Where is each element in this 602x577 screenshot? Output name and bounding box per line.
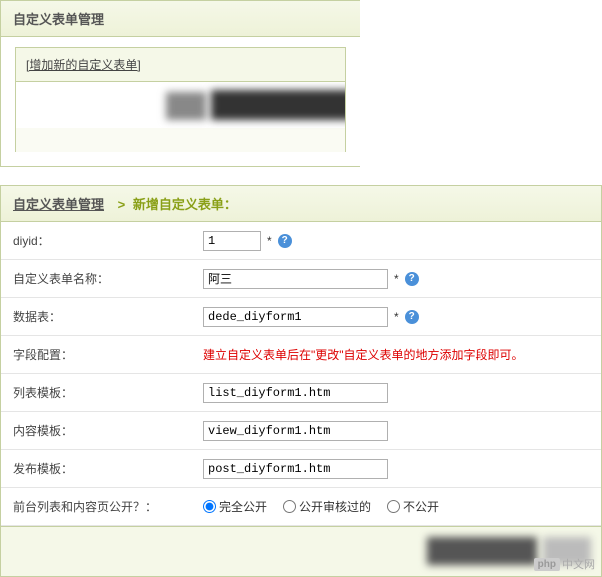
radio-input-none[interactable]: [387, 500, 400, 513]
manage-inner-box: [增加新的自定义表单]: [15, 47, 346, 152]
required-star: *: [394, 272, 399, 286]
radio-public-full[interactable]: 完全公开: [203, 498, 267, 515]
input-diyid[interactable]: [203, 231, 261, 251]
label-post-tpl: 发布模板：: [13, 460, 203, 477]
input-list-tpl[interactable]: [203, 383, 388, 403]
label-table: 数据表：: [13, 308, 203, 325]
input-view-tpl[interactable]: [203, 421, 388, 441]
breadcrumb-root[interactable]: 自定义表单管理: [13, 197, 104, 212]
blurred-content: [211, 90, 345, 120]
row-public: 前台列表和内容页公开？： 完全公开 公开审核过的 不公开: [1, 488, 601, 526]
radio-public-none[interactable]: 不公开: [387, 498, 439, 515]
row-table: 数据表： * ?: [1, 298, 601, 336]
row-list-tpl: 列表模板：: [1, 374, 601, 412]
add-form-link[interactable]: [增加新的自定义表单]: [26, 58, 141, 72]
input-post-tpl[interactable]: [203, 459, 388, 479]
radio-input-approved[interactable]: [283, 500, 296, 513]
forms-list-scroll[interactable]: [16, 82, 345, 152]
label-fields: 字段配置：: [13, 346, 203, 363]
breadcrumb-sep: >: [118, 197, 126, 212]
action-row: [增加新的自定义表单]: [16, 48, 345, 82]
row-post-tpl: 发布模板：: [1, 450, 601, 488]
blurred-button: [543, 537, 591, 565]
label-diyid: diyid：: [13, 232, 203, 249]
add-form-panel: 自定义表单管理 > 新增自定义表单： diyid： * ? 自定义表单名称： *…: [0, 185, 602, 577]
label-list-tpl: 列表模板：: [13, 384, 203, 401]
blurred-button: [427, 537, 537, 565]
radio-label: 不公开: [403, 498, 439, 515]
input-table[interactable]: [203, 307, 388, 327]
fields-hint: 建立自定义表单后在"更改"自定义表单的地方添加字段即可。: [203, 346, 524, 363]
row-name: 自定义表单名称： * ?: [1, 260, 601, 298]
input-name[interactable]: [203, 269, 388, 289]
help-icon[interactable]: ?: [278, 234, 292, 248]
help-icon[interactable]: ?: [405, 272, 419, 286]
radio-label: 公开审核过的: [299, 498, 371, 515]
blurred-content: [166, 92, 206, 120]
manage-panel-title: 自定义表单管理: [1, 1, 360, 37]
radio-input-full[interactable]: [203, 500, 216, 513]
row-diyid: diyid： * ?: [1, 222, 601, 260]
required-star: *: [267, 234, 272, 248]
breadcrumb: 自定义表单管理 > 新增自定义表单：: [1, 186, 601, 222]
row-fields: 字段配置： 建立自定义表单后在"更改"自定义表单的地方添加字段即可。: [1, 336, 601, 374]
required-star: *: [394, 310, 399, 324]
form-footer: [1, 526, 601, 576]
help-icon[interactable]: ?: [405, 310, 419, 324]
label-public: 前台列表和内容页公开？：: [13, 498, 203, 515]
radio-public-approved[interactable]: 公开审核过的: [283, 498, 371, 515]
radio-label: 完全公开: [219, 498, 267, 515]
row-view-tpl: 内容模板：: [1, 412, 601, 450]
label-view-tpl: 内容模板：: [13, 422, 203, 439]
manage-panel: 自定义表单管理 [增加新的自定义表单]: [0, 0, 360, 167]
label-name: 自定义表单名称：: [13, 270, 203, 287]
breadcrumb-current: 新增自定义表单：: [133, 197, 237, 212]
